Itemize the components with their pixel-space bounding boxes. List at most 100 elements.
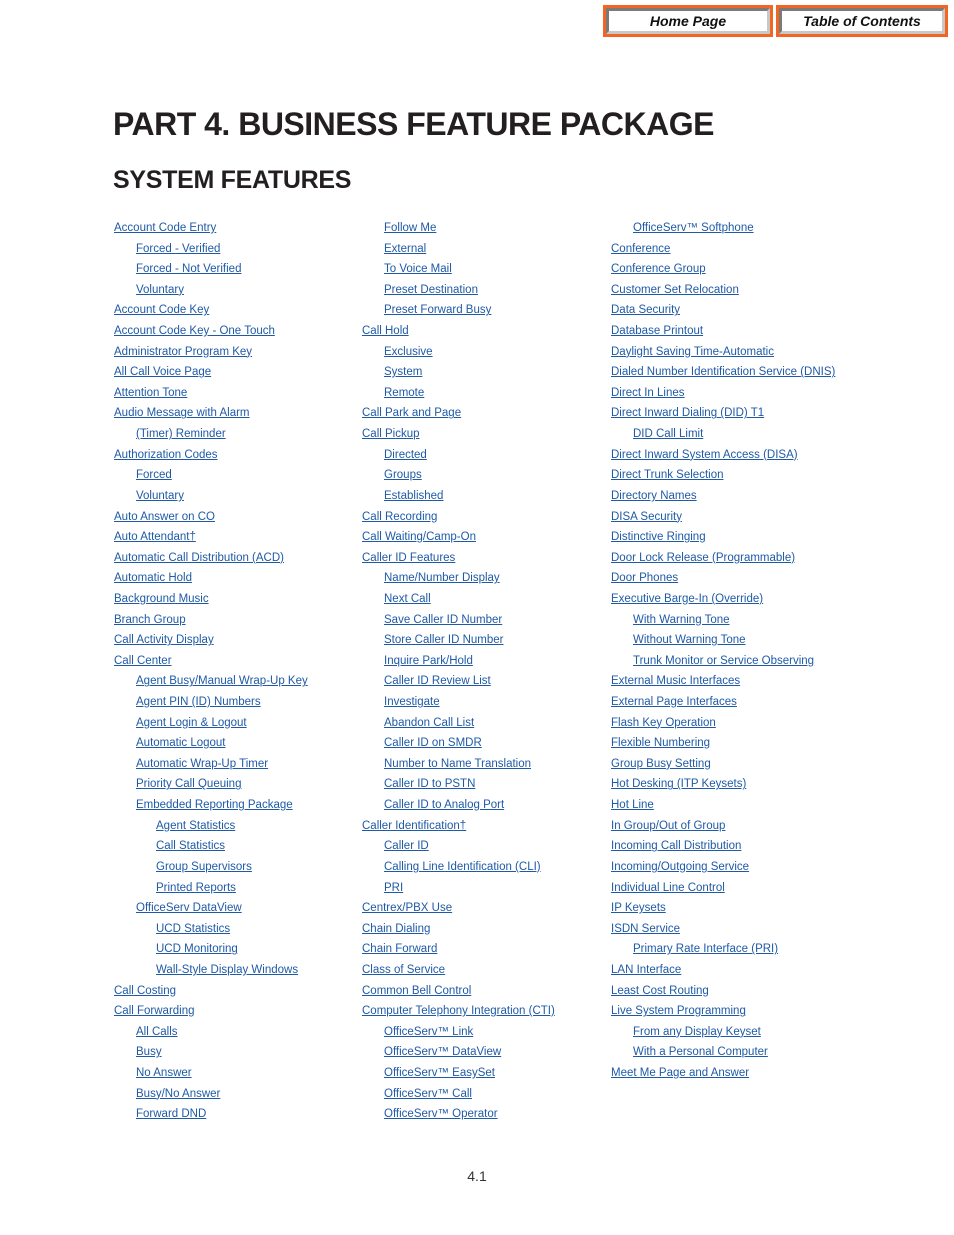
- sub-feature-link[interactable]: (Timer) Reminder: [136, 428, 226, 440]
- sub-feature-link[interactable]: Caller ID on SMDR: [384, 737, 482, 749]
- feature-link[interactable]: LAN Interface: [611, 964, 681, 976]
- feature-link[interactable]: Centrex/PBX Use: [362, 902, 452, 914]
- sub-feature-link[interactable]: With a Personal Computer: [633, 1046, 768, 1058]
- feature-link[interactable]: External Music Interfaces: [611, 675, 740, 687]
- feature-link[interactable]: Customer Set Relocation: [611, 284, 739, 296]
- feature-link[interactable]: DISA Security: [611, 511, 682, 523]
- sub-feature-link[interactable]: Automatic Wrap-Up Timer: [136, 758, 268, 770]
- sub-feature-link[interactable]: System: [384, 366, 422, 378]
- feature-link[interactable]: Call Costing: [114, 985, 176, 997]
- feature-link[interactable]: Call Recording: [362, 511, 437, 523]
- sub-feature-link[interactable]: To Voice Mail: [384, 263, 452, 275]
- feature-link[interactable]: Attention Tone: [114, 387, 187, 399]
- sub-feature-link[interactable]: Forced: [136, 469, 172, 481]
- sub-feature-link[interactable]: OfficeServ™ Softphone: [633, 222, 754, 234]
- feature-link[interactable]: Account Code Key: [114, 304, 209, 316]
- feature-link[interactable]: Conference: [611, 243, 670, 255]
- sub-feature-link[interactable]: Number to Name Translation: [384, 758, 531, 770]
- sub-feature-link[interactable]: Forward DND: [136, 1108, 206, 1120]
- feature-link[interactable]: Branch Group: [114, 614, 186, 626]
- feature-link[interactable]: Incoming Call Distribution: [611, 840, 741, 852]
- sub-feature-link[interactable]: Agent Statistics: [156, 820, 235, 832]
- feature-link[interactable]: In Group/Out of Group: [611, 820, 725, 832]
- sub-feature-link[interactable]: Caller ID to PSTN: [384, 778, 475, 790]
- sub-feature-link[interactable]: Agent PIN (ID) Numbers: [136, 696, 261, 708]
- feature-link[interactable]: Flexible Numbering: [611, 737, 710, 749]
- feature-link[interactable]: All Call Voice Page: [114, 366, 211, 378]
- feature-link[interactable]: Computer Telephony Integration (CTI): [362, 1005, 555, 1017]
- sub-feature-link[interactable]: Preset Destination: [384, 284, 478, 296]
- feature-link[interactable]: Auto Answer on CO: [114, 511, 215, 523]
- feature-link[interactable]: Call Pickup: [362, 428, 420, 440]
- sub-feature-link[interactable]: Forced - Not Verified: [136, 263, 241, 275]
- sub-feature-link[interactable]: Embedded Reporting Package: [136, 799, 293, 811]
- feature-link[interactable]: Call Hold: [362, 325, 409, 337]
- sub-feature-link[interactable]: PRI: [384, 882, 403, 894]
- sub-feature-link[interactable]: Abandon Call List: [384, 717, 474, 729]
- sub-feature-link[interactable]: OfficeServ DataView: [136, 902, 242, 914]
- sub-feature-link[interactable]: Priority Call Queuing: [136, 778, 241, 790]
- sub-feature-link[interactable]: Printed Reports: [156, 882, 236, 894]
- feature-link[interactable]: Distinctive Ringing: [611, 531, 706, 543]
- table-of-contents-button-label[interactable]: Table of Contents: [779, 8, 945, 34]
- feature-link[interactable]: Administrator Program Key: [114, 346, 252, 358]
- sub-feature-link[interactable]: Next Call: [384, 593, 431, 605]
- feature-link[interactable]: ISDN Service: [611, 923, 680, 935]
- sub-feature-link[interactable]: Groups: [384, 469, 422, 481]
- sub-feature-link[interactable]: Investigate: [384, 696, 440, 708]
- feature-link[interactable]: Call Park and Page: [362, 407, 461, 419]
- feature-link[interactable]: Meet Me Page and Answer: [611, 1067, 749, 1079]
- sub-feature-link[interactable]: Save Caller ID Number: [384, 614, 502, 626]
- feature-link[interactable]: Door Lock Release (Programmable): [611, 552, 795, 564]
- feature-link[interactable]: Caller ID Features: [362, 552, 455, 564]
- sub-feature-link[interactable]: Caller ID: [384, 840, 429, 852]
- home-page-button-label[interactable]: Home Page: [606, 8, 770, 34]
- feature-link[interactable]: Group Busy Setting: [611, 758, 711, 770]
- sub-feature-link[interactable]: Agent Login & Logout: [136, 717, 247, 729]
- sub-feature-link[interactable]: Follow Me: [384, 222, 436, 234]
- sub-feature-link[interactable]: Voluntary: [136, 490, 184, 502]
- feature-link[interactable]: Account Code Key - One Touch: [114, 325, 275, 337]
- feature-link[interactable]: Daylight Saving Time-Automatic: [611, 346, 774, 358]
- feature-link[interactable]: Direct Inward System Access (DISA): [611, 449, 798, 461]
- feature-link[interactable]: Automatic Call Distribution (ACD): [114, 552, 284, 564]
- feature-link[interactable]: Chain Forward: [362, 943, 437, 955]
- feature-link[interactable]: Direct Inward Dialing (DID) T1: [611, 407, 764, 419]
- sub-feature-link[interactable]: Automatic Logout: [136, 737, 226, 749]
- sub-feature-link[interactable]: UCD Statistics: [156, 923, 230, 935]
- sub-feature-link[interactable]: UCD Monitoring: [156, 943, 238, 955]
- feature-link[interactable]: Direct In Lines: [611, 387, 685, 399]
- sub-feature-link[interactable]: Exclusive: [384, 346, 433, 358]
- sub-feature-link[interactable]: DID Call Limit: [633, 428, 703, 440]
- feature-link[interactable]: Data Security: [611, 304, 680, 316]
- feature-link[interactable]: Background Music: [114, 593, 209, 605]
- feature-link[interactable]: Call Waiting/Camp-On: [362, 531, 476, 543]
- feature-link[interactable]: Hot Desking (ITP Keysets): [611, 778, 746, 790]
- sub-feature-link[interactable]: Call Statistics: [156, 840, 225, 852]
- sub-feature-link[interactable]: Caller ID Review List: [384, 675, 491, 687]
- sub-feature-link[interactable]: Name/Number Display: [384, 572, 500, 584]
- sub-feature-link[interactable]: No Answer: [136, 1067, 192, 1079]
- feature-link[interactable]: Individual Line Control: [611, 882, 725, 894]
- feature-link[interactable]: Call Activity Display: [114, 634, 214, 646]
- sub-feature-link[interactable]: Inquire Park/Hold: [384, 655, 473, 667]
- sub-feature-link[interactable]: OfficeServ™ EasySet: [384, 1067, 495, 1079]
- sub-feature-link[interactable]: Without Warning Tone: [633, 634, 746, 646]
- sub-feature-link[interactable]: OfficeServ™ Operator: [384, 1108, 498, 1120]
- feature-link[interactable]: Common Bell Control: [362, 985, 471, 997]
- sub-feature-link[interactable]: Busy/No Answer: [136, 1088, 220, 1100]
- sub-feature-link[interactable]: Remote: [384, 387, 424, 399]
- sub-feature-link[interactable]: Directed: [384, 449, 427, 461]
- feature-link[interactable]: Automatic Hold: [114, 572, 192, 584]
- feature-link[interactable]: Directory Names: [611, 490, 697, 502]
- feature-link[interactable]: Conference Group: [611, 263, 706, 275]
- sub-feature-link[interactable]: Group Supervisors: [156, 861, 252, 873]
- sub-feature-link[interactable]: With Warning Tone: [633, 614, 730, 626]
- sub-feature-link[interactable]: Calling Line Identification (CLI): [384, 861, 541, 873]
- feature-link[interactable]: Caller Identification†: [362, 820, 466, 832]
- feature-link[interactable]: Audio Message with Alarm: [114, 407, 250, 419]
- feature-link[interactable]: Call Center: [114, 655, 172, 667]
- sub-feature-link[interactable]: Voluntary: [136, 284, 184, 296]
- feature-link[interactable]: Authorization Codes: [114, 449, 218, 461]
- sub-feature-link[interactable]: Busy: [136, 1046, 162, 1058]
